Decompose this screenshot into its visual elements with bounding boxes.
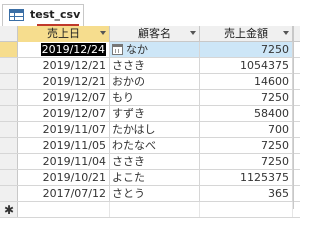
table-row[interactable]: 2019/11/05 わたなべ 7250 — [0, 138, 300, 154]
table-row[interactable]: 2019/12/07 もり 7250 — [0, 90, 300, 106]
table-icon — [9, 9, 24, 21]
cell-amount[interactable]: 1125375 — [200, 170, 293, 185]
column-header-amount-label: 売上金額 — [224, 27, 268, 40]
row-selector[interactable] — [0, 170, 18, 185]
column-header-date-label: 売上日 — [47, 27, 80, 40]
cell-name[interactable]: もり — [110, 90, 200, 105]
tab-title: test_csv — [30, 8, 81, 21]
table-row[interactable]: 2019/11/04 ささき 7250 — [0, 154, 300, 170]
table-row[interactable]: 2019/12/21 おかの 14600 — [0, 74, 300, 90]
cell-name[interactable] — [110, 202, 200, 217]
cell-name[interactable]: おかの — [110, 74, 200, 89]
cell-amount[interactable]: 7250 — [200, 90, 293, 105]
calendar-icon[interactable] — [112, 44, 123, 55]
row-selector[interactable] — [0, 154, 18, 169]
cell-amount[interactable]: 14600 — [200, 74, 293, 89]
cell-date[interactable]: 2017/07/12 — [18, 186, 110, 201]
table-row[interactable]: 2019/12/24 なか 7250 — [0, 42, 300, 58]
cell-date[interactable]: 2019/12/21 — [18, 74, 110, 89]
cell-amount[interactable]: 7250 — [200, 154, 293, 169]
cell-name[interactable]: さとう — [110, 186, 200, 201]
row-selector[interactable] — [0, 106, 18, 121]
row-selector[interactable] — [0, 122, 18, 137]
chevron-down-icon[interactable] — [190, 31, 196, 35]
cell-name[interactable]: よこた — [110, 170, 200, 185]
row-selector[interactable]: ✱ — [0, 202, 18, 217]
chevron-down-icon[interactable] — [283, 31, 289, 35]
cell-date[interactable]: 2019/11/05 — [18, 138, 110, 153]
chevron-down-icon[interactable] — [100, 31, 106, 35]
cell-amount[interactable]: 1054375 — [200, 58, 293, 73]
row-selector[interactable] — [0, 42, 18, 57]
tab-test-csv[interactable]: test_csv — [2, 4, 84, 26]
cell-amount[interactable]: 7250 — [200, 138, 293, 153]
cell-amount[interactable]: 58400 — [200, 106, 293, 121]
row-selector[interactable] — [0, 58, 18, 73]
column-header-name-label: 顧客名 — [138, 27, 171, 40]
cell-name[interactable]: ささき — [110, 154, 200, 169]
cell-date[interactable]: 2019/11/04 — [18, 154, 110, 169]
table-row[interactable]: 2019/12/07 すずき 58400 — [0, 106, 300, 122]
table-row[interactable]: 2019/11/07 たかはし 700 — [0, 122, 300, 138]
column-header-name[interactable]: 顧客名 — [110, 26, 200, 42]
select-all-corner[interactable] — [0, 26, 18, 42]
cell-amount[interactable]: 7250 — [200, 42, 293, 57]
table-row[interactable]: 2019/10/21 よこた 1125375 — [0, 170, 300, 186]
cell-date[interactable]: 2019/10/21 — [18, 170, 110, 185]
column-header-row: 売上日 顧客名 売上金額 — [0, 26, 300, 42]
cell-name[interactable]: たかはし — [110, 122, 200, 137]
column-header-date[interactable]: 売上日 — [18, 26, 110, 42]
cell-name[interactable]: ささき — [110, 58, 200, 73]
cell-amount[interactable] — [200, 202, 293, 217]
cell-date[interactable] — [18, 202, 110, 217]
grid-right-border — [293, 26, 294, 209]
row-selector[interactable] — [0, 186, 18, 201]
row-selector[interactable] — [0, 90, 18, 105]
cell-date[interactable]: 2019/12/07 — [18, 106, 110, 121]
cell-date[interactable]: 2019/12/24 — [18, 42, 110, 57]
cell-name[interactable]: すずき — [110, 106, 200, 121]
new-record-row[interactable]: ✱ — [0, 202, 300, 218]
cell-amount[interactable]: 700 — [200, 122, 293, 137]
cell-date[interactable]: 2019/12/07 — [18, 90, 110, 105]
table-row[interactable]: 2017/07/12 さとう 365 — [0, 186, 300, 202]
cell-date[interactable]: 2019/11/07 — [18, 122, 110, 137]
new-record-marker-icon: ✱ — [4, 203, 15, 217]
row-selector[interactable] — [0, 74, 18, 89]
cell-name[interactable]: なか — [110, 42, 200, 57]
table-row[interactable]: 2019/12/21 ささき 1054375 — [0, 58, 300, 74]
datasheet-grid: 売上日 顧客名 売上金額 2019/12/24 なか 7250 2019/12/… — [0, 26, 300, 218]
selected-date-text: 2019/12/24 — [40, 43, 106, 56]
cell-name[interactable]: わたなべ — [110, 138, 200, 153]
cell-amount[interactable]: 365 — [200, 186, 293, 201]
column-header-amount[interactable]: 売上金額 — [200, 26, 293, 42]
tab-bar: test_csv — [0, 0, 300, 26]
cell-date[interactable]: 2019/12/21 — [18, 58, 110, 73]
row-selector[interactable] — [0, 138, 18, 153]
